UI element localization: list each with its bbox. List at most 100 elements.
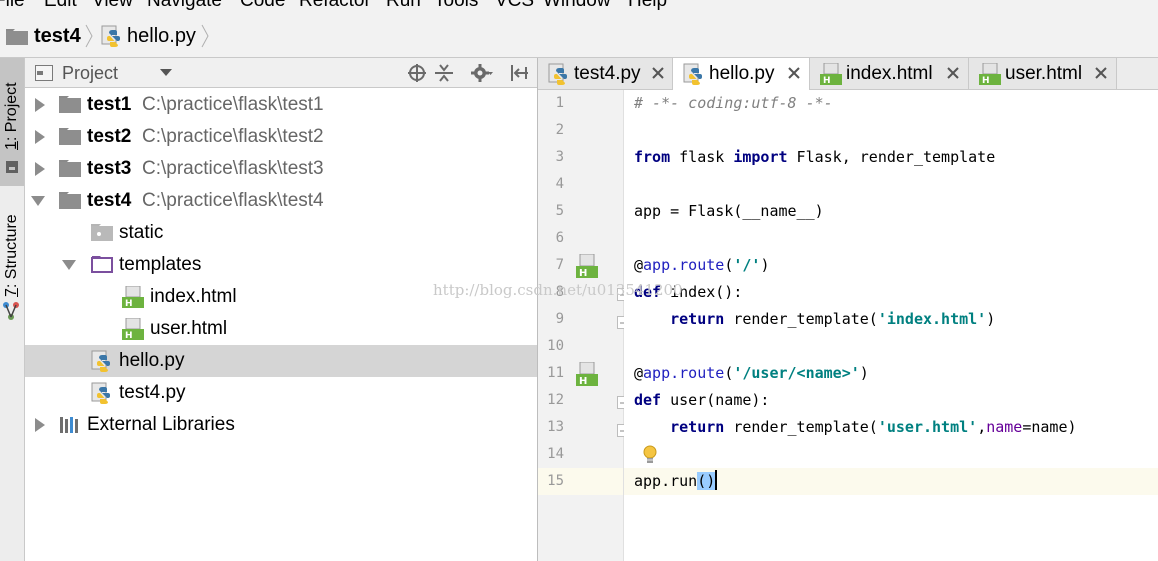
tree-item-path: C:\practice\flask\test3 — [142, 158, 324, 179]
code-line[interactable] — [624, 225, 1158, 252]
crosshair-icon[interactable] — [406, 63, 428, 83]
code-token: @ — [634, 364, 644, 382]
code-line[interactable] — [624, 171, 1158, 198]
svg-text:H: H — [823, 76, 831, 85]
breadcrumb-file[interactable]: hello.py — [127, 23, 196, 49]
menu-help[interactable]: Help — [628, 0, 667, 11]
tree-item-test4-py[interactable]: test4.py — [25, 377, 537, 409]
editor-gutter[interactable]: 1 2 3 4 5 6 7 8 9 10 11 12 13 14 15 H H — [538, 90, 630, 561]
tab-hello-py[interactable]: hello.py — [673, 58, 810, 90]
template-folder-icon — [91, 256, 113, 273]
gear-icon[interactable] — [471, 63, 493, 83]
lightbulb-icon[interactable] — [642, 444, 658, 466]
tool-tab-structure[interactable]: 7: Structure — [0, 193, 24, 323]
tree-item-hello-py[interactable]: hello.py — [25, 345, 537, 377]
template-gutter-icon[interactable]: H — [574, 254, 600, 280]
menu-vcs[interactable]: VCS — [495, 0, 534, 11]
tree-item-label: External Libraries — [87, 414, 235, 435]
close-icon[interactable] — [652, 67, 664, 79]
menu-window[interactable]: Window — [543, 0, 611, 11]
code-token: user(name): — [661, 391, 770, 409]
hide-panel-icon[interactable] — [508, 63, 530, 83]
code-token: def — [634, 283, 662, 301]
code-line[interactable] — [624, 117, 1158, 144]
code-token: ) — [706, 472, 716, 490]
code-token: app.run — [634, 472, 698, 490]
code-token: import — [733, 148, 788, 166]
code-line[interactable]: # -*- coding:utf-8 -*- — [624, 90, 1158, 117]
menu-code[interactable]: Code — [240, 0, 285, 11]
expand-arrow-icon[interactable] — [33, 162, 47, 176]
tab-label: user.html — [1005, 63, 1083, 84]
expand-arrow-icon[interactable] — [33, 418, 47, 432]
svg-text:H: H — [579, 268, 587, 279]
project-view-icon — [35, 65, 53, 81]
close-icon[interactable] — [947, 67, 959, 79]
expand-arrow-icon[interactable] — [33, 98, 47, 112]
navigation-bar: test4 hello.py — [0, 14, 1158, 58]
menu-tools[interactable]: Tools — [434, 0, 478, 11]
svg-text:H: H — [982, 76, 990, 85]
line-number: 9 — [555, 311, 564, 327]
tree-item-test1[interactable]: test1 C:\practice\flask\test1 — [25, 89, 537, 121]
tree-item-user-html[interactable]: H user.html — [25, 313, 537, 345]
code-line[interactable]: app.run() — [624, 468, 1158, 495]
code-token: index(): — [661, 283, 743, 301]
tool-tab-project[interactable]: 1: Project — [0, 58, 24, 186]
menu-window-label: Window — [543, 0, 611, 11]
code-line[interactable]: from flask import Flask, render_template — [624, 144, 1158, 171]
project-panel-title[interactable]: Project — [62, 62, 118, 84]
code-token: ( — [724, 364, 734, 382]
tree-item-label: static — [119, 222, 164, 243]
tree-item-label: test4 — [87, 190, 132, 211]
code-line[interactable]: @app.route('/user/<name>') — [624, 360, 1158, 387]
tree-item-test3[interactable]: test3 C:\practice\flask\test3 — [25, 153, 537, 185]
menu-navigate[interactable]: Navigate — [147, 0, 222, 11]
tree-item-static[interactable]: static — [25, 217, 537, 249]
code-token: Flask, render_template — [787, 148, 996, 166]
tab-test4-py[interactable]: test4.py — [538, 58, 673, 89]
code-text-area[interactable]: # -*- coding:utf-8 -*- from flask import … — [624, 90, 1158, 561]
menu-run[interactable]: Run — [386, 0, 421, 11]
expand-arrow-icon[interactable] — [33, 130, 47, 144]
code-line[interactable]: def user(name): — [624, 387, 1158, 414]
code-token: @ — [634, 256, 644, 274]
view-dropdown-chevron-icon[interactable] — [160, 69, 172, 77]
code-token: name — [986, 418, 1023, 436]
code-line[interactable] — [624, 333, 1158, 360]
tree-item-test4[interactable]: test4 C:\practice\flask\test4 — [25, 185, 537, 217]
folder-icon — [59, 96, 81, 113]
tool-tab-project-text: : Project — [3, 82, 20, 142]
close-icon[interactable] — [788, 67, 800, 79]
tab-user-html[interactable]: H user.html — [969, 58, 1117, 89]
code-line[interactable]: app = Flask(__name__) — [624, 198, 1158, 225]
tree-item-templates[interactable]: templates — [25, 249, 537, 281]
html-file-icon: H — [122, 318, 144, 340]
code-line[interactable]: return render_template('user.html',name=… — [624, 414, 1158, 441]
code-line[interactable] — [624, 441, 1158, 468]
menu-file[interactable]: File — [0, 0, 25, 11]
collapse-icon[interactable] — [433, 63, 455, 83]
collapse-arrow-icon[interactable] — [31, 194, 45, 208]
code-line[interactable]: @app.route('/') — [624, 252, 1158, 279]
collapse-arrow-icon[interactable] — [62, 258, 76, 272]
line-number: 11 — [547, 365, 564, 381]
line-number: 8 — [555, 284, 564, 300]
code-line[interactable]: def index(): — [624, 279, 1158, 306]
menu-refactor[interactable]: Refactor — [299, 0, 371, 11]
tree-item-path: C:\practice\flask\test2 — [142, 126, 324, 147]
tab-index-html[interactable]: H index.html — [810, 58, 969, 89]
close-icon[interactable] — [1095, 67, 1107, 79]
menu-edit[interactable]: Edit — [44, 0, 77, 11]
code-line[interactable]: return render_template('index.html') — [624, 306, 1158, 333]
code-token: flask — [670, 148, 734, 166]
tree-item-index-html[interactable]: H index.html — [25, 281, 537, 313]
structure-tool-icon — [3, 302, 19, 320]
project-panel: Project test1 C:\practice\flask\test1 te… — [25, 58, 538, 561]
tab-label: test4.py — [574, 63, 641, 84]
tree-item-external-libraries[interactable]: External Libraries — [25, 409, 537, 441]
menu-view[interactable]: View — [92, 0, 133, 11]
tree-item-test2[interactable]: test2 C:\practice\flask\test2 — [25, 121, 537, 153]
template-gutter-icon[interactable]: H — [574, 362, 600, 388]
breadcrumb-project[interactable]: test4 — [34, 23, 81, 49]
